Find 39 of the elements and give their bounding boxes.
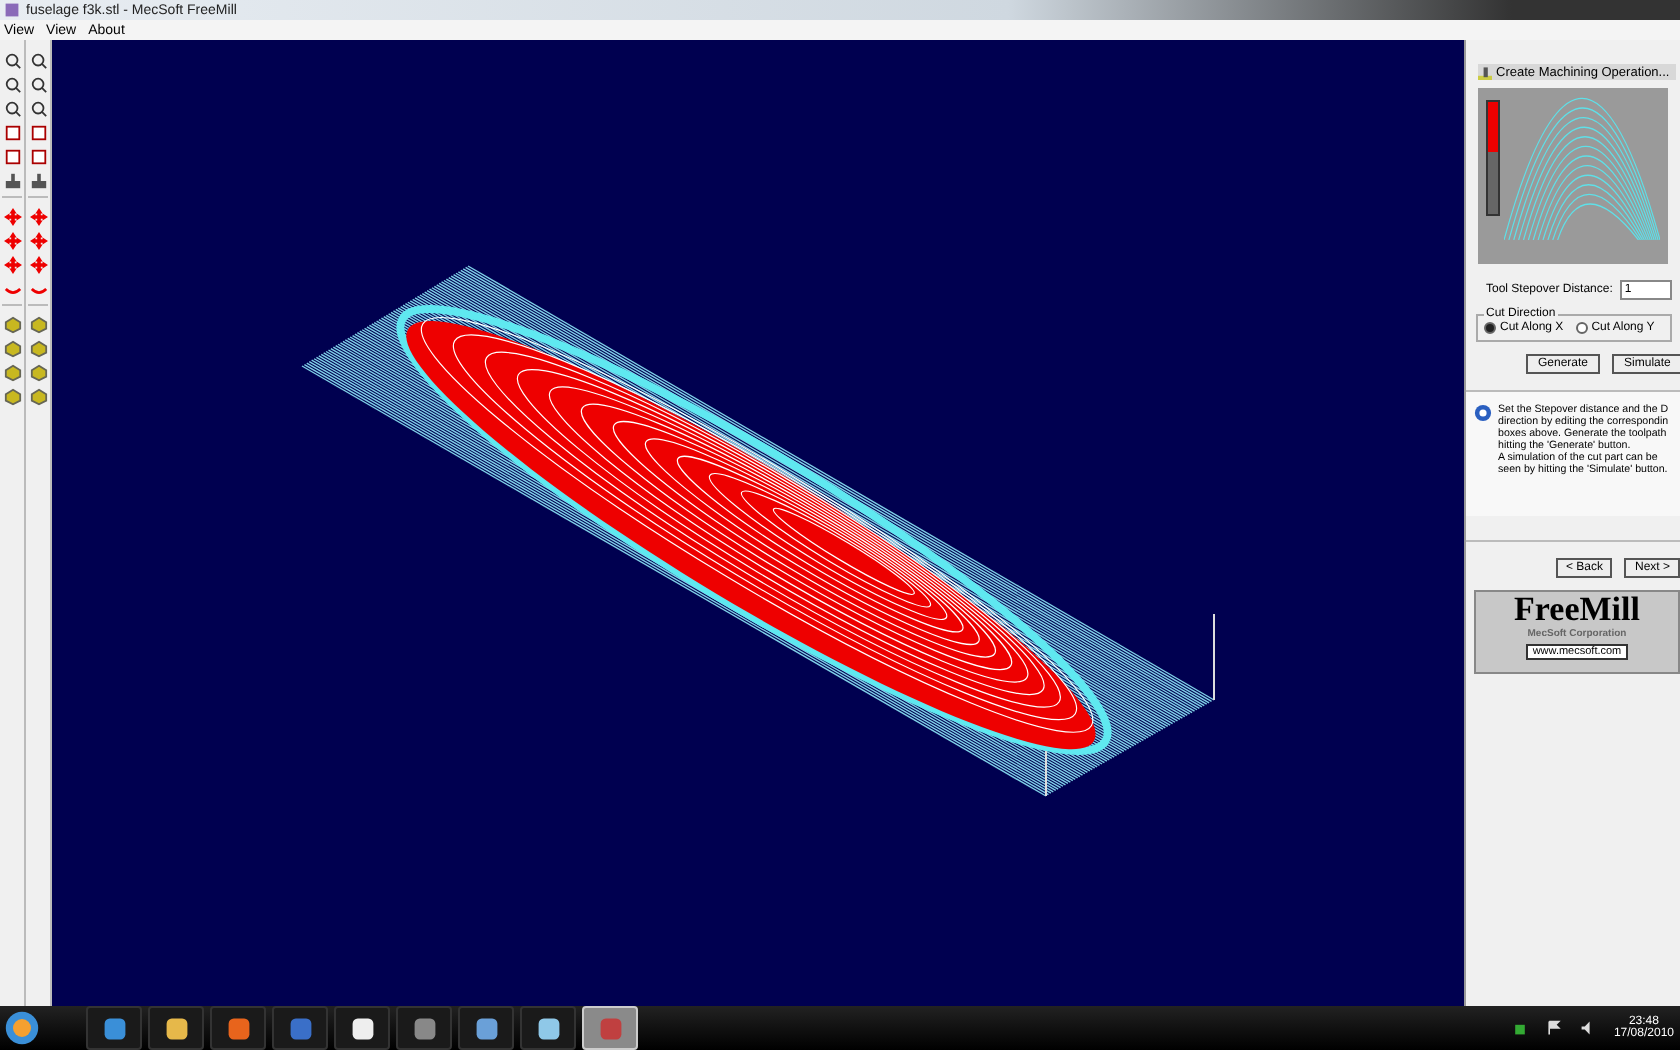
app-icon [4, 2, 20, 18]
box-icon[interactable] [3, 148, 21, 166]
cross-arrows-icon[interactable] [3, 232, 21, 250]
cutter-icon[interactable] [3, 172, 21, 190]
zoom-out-icon[interactable] [29, 76, 47, 94]
taskbar-app[interactable] [148, 1006, 204, 1050]
flag-icon[interactable] [1545, 1020, 1562, 1036]
taskbar-app[interactable] [334, 1006, 390, 1050]
box-icon[interactable] [29, 148, 47, 166]
app-icon [225, 1015, 251, 1041]
progress-gauge [1486, 100, 1500, 216]
cross-arrows-icon[interactable] [29, 256, 47, 274]
cross-arrows-icon[interactable] [3, 208, 21, 226]
logo-name: FreeMill [1514, 592, 1640, 628]
zoom-out-icon[interactable] [3, 76, 21, 94]
speaker-icon[interactable] [1579, 1020, 1596, 1036]
app-icon [349, 1015, 375, 1041]
app-icon [535, 1015, 561, 1041]
taskbar-app[interactable] [458, 1006, 514, 1050]
app-icon [101, 1015, 127, 1041]
cutter-icon [1478, 65, 1492, 79]
magnifier-icon[interactable] [3, 100, 21, 118]
app-icon [473, 1015, 499, 1041]
magnifier-icon[interactable] [29, 100, 47, 118]
app-icon [411, 1015, 437, 1041]
zoom-in-icon[interactable] [29, 52, 47, 70]
help-icon [1474, 404, 1492, 422]
cross-arrows-icon[interactable] [3, 256, 21, 274]
box-icon[interactable] [29, 124, 47, 142]
start-orb-icon[interactable] [4, 1010, 40, 1046]
box-icon[interactable] [3, 124, 21, 142]
cutter-icon[interactable] [29, 172, 47, 190]
app-icon [163, 1015, 189, 1041]
app-icon [287, 1015, 313, 1041]
cross-arrows-icon[interactable] [29, 208, 47, 226]
cross-arrows-icon[interactable] [29, 232, 47, 250]
zoom-in-icon[interactable] [3, 52, 21, 70]
app-icon [597, 1015, 623, 1041]
taskbar-app[interactable] [520, 1006, 576, 1050]
